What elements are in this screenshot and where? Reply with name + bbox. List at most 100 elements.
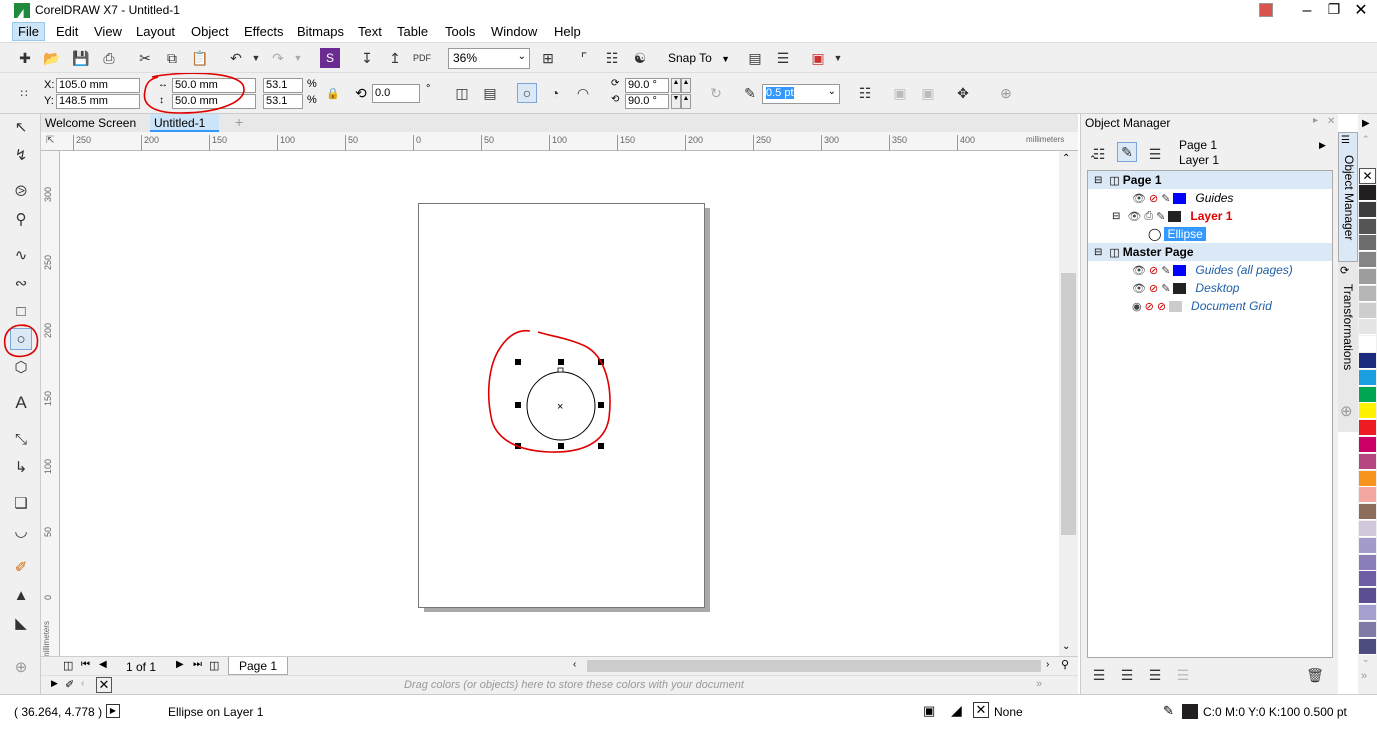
user-icon[interactable] [1259,3,1273,17]
parallel-dimension-tool-icon[interactable]: ⤡ [10,428,32,450]
close-docker-icon[interactable]: ✕ [1327,116,1335,127]
redo-dropdown-icon[interactable]: ▼ [288,48,308,68]
start-angle-spinner-up[interactable]: ▲ [681,78,691,93]
convert-to-curves-icon[interactable]: ✥ [953,83,973,103]
connector-tool-icon[interactable]: ↳ [10,456,32,478]
no-print-icon[interactable]: ⊘ [1149,282,1158,295]
no-print-icon[interactable]: ⊘ [1149,264,1158,277]
text-tool-icon[interactable]: A [10,392,32,414]
outline-pen-icon[interactable]: ✎ [1163,703,1174,719]
pencil-icon[interactable]: ✎ [1161,264,1170,277]
object-origin-icon[interactable]: ∷ [14,83,34,103]
status-menu-icon[interactable]: ▶ [106,704,120,718]
layer-color-swatch[interactable] [1173,282,1187,294]
tree-row-document-grid[interactable]: ◉ ⊘ ⊘ Document Grid [1088,297,1332,315]
color-proof-icon[interactable]: ▣ [923,703,935,719]
crop-tool-icon[interactable]: ⧁ [10,180,32,202]
no-print-icon[interactable]: ⊘ [1145,300,1154,313]
palette-swatch[interactable] [1359,487,1376,504]
mirror-horizontal-icon[interactable]: ◫ [452,83,472,103]
end-angle-field[interactable]: 90.0 ° [625,94,669,109]
polygon-tool-icon[interactable]: ⬡ [10,356,32,378]
drawing-canvas[interactable]: × [60,151,1059,656]
expand-docker-icon[interactable]: ▸ [1313,115,1318,126]
scroll-left-icon[interactable]: ‹ [573,659,576,670]
zoom-select[interactable]: 36% ⌄ [448,48,530,69]
layer-manager-view-icon[interactable]: ☰ [1145,144,1165,164]
add-tab-button[interactable]: + [231,112,247,130]
menu-layout[interactable]: Layout [136,24,175,39]
rotation-angle-field[interactable]: 0.0 [372,84,420,103]
hidden-eye-icon[interactable]: ◉ [1132,300,1142,313]
new-master-layer-odd-icon[interactable]: ☰ [1145,665,1165,685]
layer-color-swatch[interactable] [1173,264,1187,276]
layer-color-swatch[interactable] [1173,192,1187,204]
new-master-layer-even-icon[interactable]: ☰ [1173,665,1193,685]
palette-swatch[interactable] [1359,437,1376,453]
smart-fill-tool-icon[interactable]: ◣ [10,612,32,634]
show-rulers-icon[interactable]: ⌜ [574,48,594,68]
eye-icon[interactable]: 👁 [1132,192,1146,205]
scroll-down-icon[interactable]: ⌄ [1062,641,1070,652]
eye-icon[interactable]: 👁 [1132,282,1146,295]
collapse-icon[interactable]: ⊟ [1094,175,1102,186]
palette-swatch[interactable] [1359,319,1376,336]
ellipse-mode-icon[interactable]: ○ [517,83,537,103]
eye-icon[interactable]: 👁 [1132,264,1146,277]
palette-options-icon[interactable]: ▶ [1362,118,1370,129]
menu-window[interactable]: Window [491,24,537,39]
collapse-icon[interactable]: ⊟ [1094,247,1102,258]
no-print-icon[interactable]: ⊘ [1149,192,1158,205]
eyedropper-icon[interactable]: ✐ [65,678,74,691]
menu-bitmaps[interactable]: Bitmaps [297,24,344,39]
palette-swatch[interactable] [1359,218,1376,235]
vertical-scrollbar[interactable]: ⌃ ⌄ [1059,151,1078,656]
minimize-button[interactable]: – [1297,2,1317,19]
collapse-toolbar-icon[interactable]: ⌃ [1089,154,1097,165]
palette-swatch[interactable] [1359,302,1376,319]
tree-row-guides-all-pages[interactable]: 👁 ⊘ ✎ Guides (all pages) [1088,261,1332,279]
palette-swatch[interactable] [1359,605,1376,621]
drop-shadow-tool-icon[interactable]: ❏ [10,492,32,514]
pick-tool-icon[interactable]: ↖ [10,116,32,138]
tree-row-guides[interactable]: 👁 ⊘ ✎ Guides [1088,189,1332,207]
transparency-tool-icon[interactable]: ◡ [10,520,32,542]
start-angle-field[interactable]: 90.0 ° [625,78,669,93]
search-content-icon[interactable]: S [320,48,340,68]
palette-menu-icon[interactable]: ▶ [51,678,58,689]
palette-swatch[interactable] [1359,403,1376,420]
pie-mode-icon[interactable]: ◔ [545,83,565,103]
palette-swatch[interactable] [1359,353,1376,369]
layer-color-swatch[interactable] [1168,210,1182,222]
export-icon[interactable]: ↥ [385,48,405,68]
full-screen-preview-icon[interactable]: ⊞ [538,48,558,68]
outline-color-swatch[interactable] [1182,704,1198,719]
tree-row-ellipse[interactable]: ◯ Ellipse [1088,225,1332,243]
menu-text[interactable]: Text [358,24,382,39]
palette-swatch[interactable] [1359,554,1376,571]
layer-color-swatch[interactable] [1169,300,1183,312]
palette-swatch[interactable] [1359,521,1376,537]
palette-scroll-down-icon[interactable]: ⌄ [1362,654,1370,665]
palette-swatch[interactable] [1359,235,1376,252]
palette-swatch[interactable] [1359,369,1376,386]
horizontal-scroll-thumb[interactable] [587,660,1041,672]
scroll-up-icon[interactable]: ⌃ [1062,153,1070,164]
pencil-icon[interactable]: ✎ [1156,210,1165,223]
options-icon[interactable]: ▤ [745,48,765,68]
add-icon[interactable]: ⊕ [996,83,1016,103]
ruler-origin-icon[interactable]: ⇱ [46,135,54,146]
palette-scroll-up-icon[interactable]: ⌃ [1362,134,1370,145]
end-angle-spinner-up[interactable]: ▲ [681,94,691,109]
tab-untitled-1[interactable]: Untitled-1 [150,114,220,132]
cut-icon[interactable]: ✂ [135,48,155,68]
add-docker-icon[interactable]: ⊕ [1340,402,1353,420]
palette-swatch[interactable] [1359,285,1376,302]
palette-expand-icon[interactable]: » [1361,670,1367,682]
outline-width-select[interactable]: 0.5 pt ⌄ [762,84,840,104]
first-page-icon[interactable]: ⏮ [81,659,90,670]
menu-edit[interactable]: Edit [56,24,78,39]
rectangle-tool-icon[interactable]: □ [10,300,32,322]
publish-pdf-icon[interactable]: PDF [412,48,432,68]
pencil-icon[interactable]: ✎ [1161,282,1170,295]
